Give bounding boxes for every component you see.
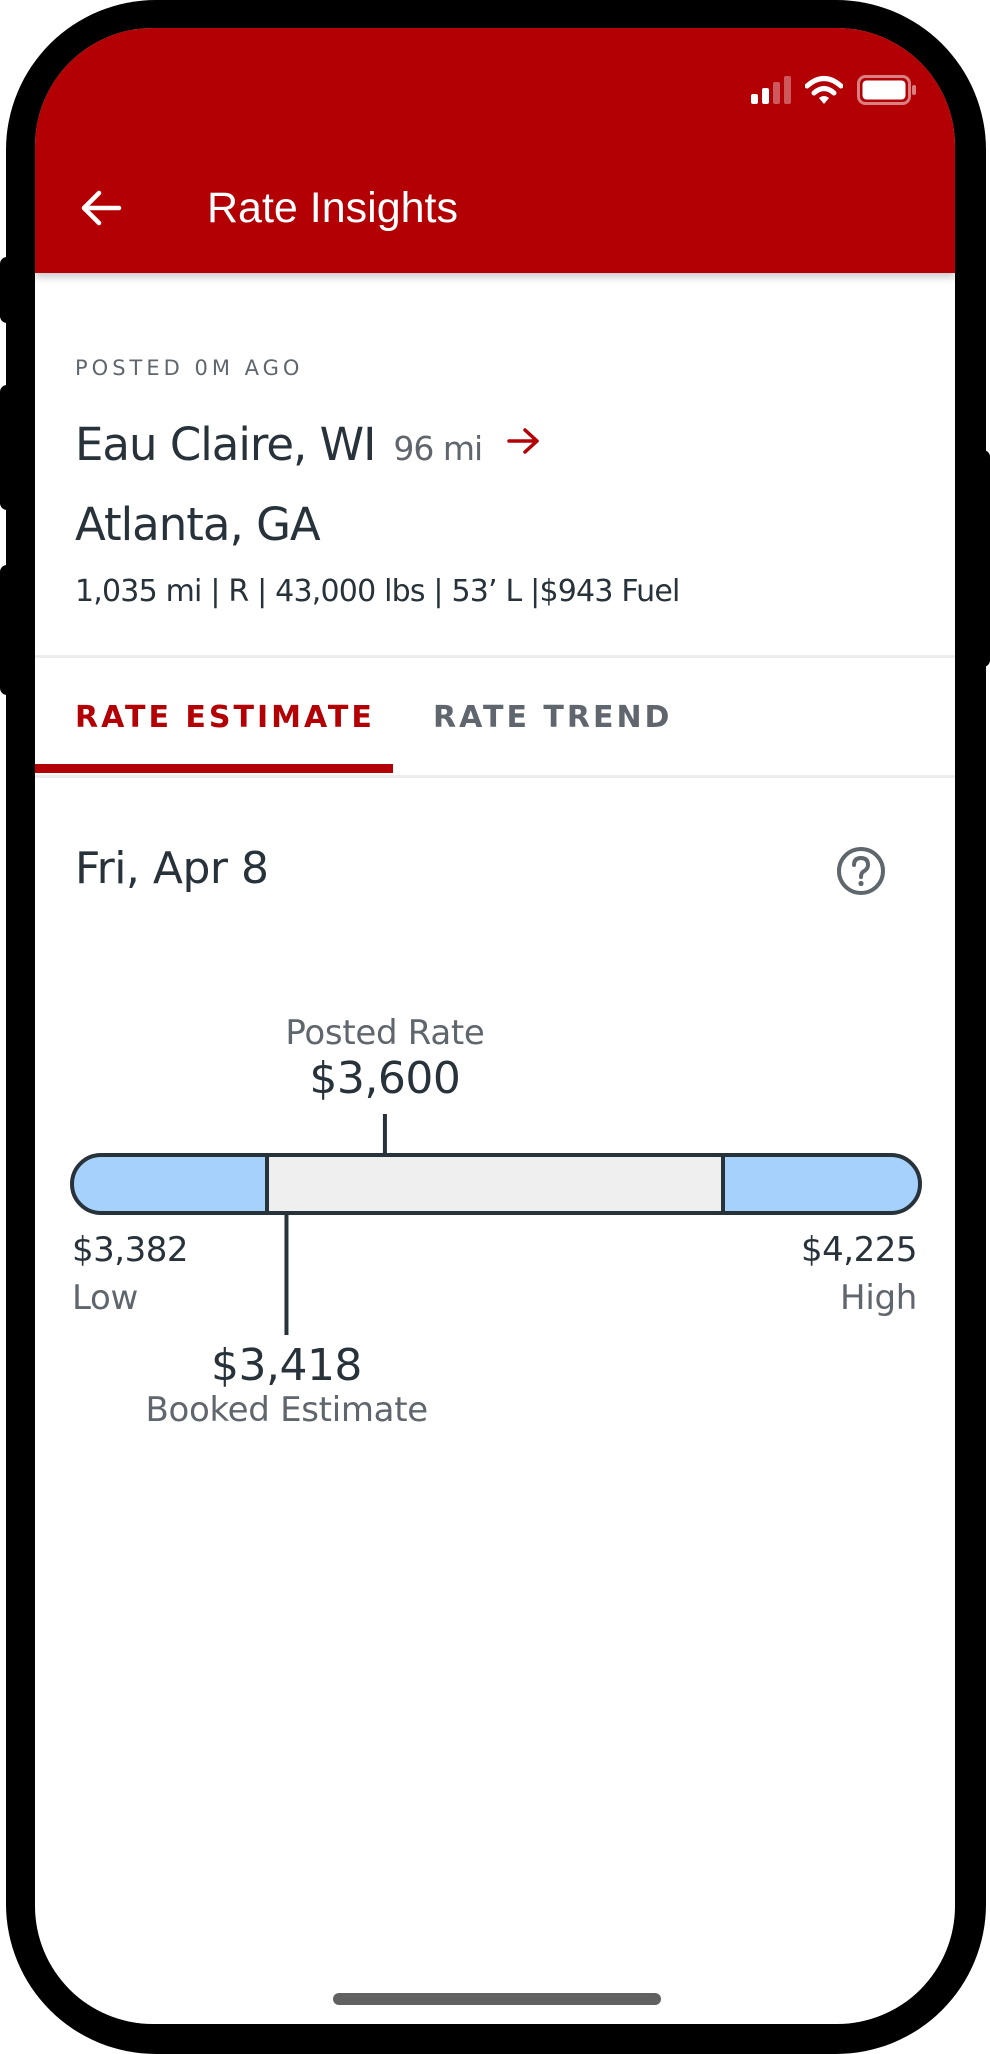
range-cap-left: [72, 1155, 267, 1213]
high-label: High: [840, 1278, 917, 1318]
booked-estimate-value: $3,418: [210, 1340, 362, 1391]
battery-icon: [857, 75, 916, 105]
home-indicator[interactable]: [333, 1993, 661, 2005]
back-button[interactable]: [75, 178, 135, 238]
app-header: Rate Insights: [35, 28, 955, 273]
posted-rate-value: $3,600: [309, 1053, 461, 1104]
range-cap-right: [723, 1155, 920, 1213]
low-value: $3,382: [72, 1230, 188, 1270]
range-low-high: [267, 1155, 723, 1213]
booked-estimate-label: Booked Estimate: [145, 1390, 428, 1430]
low-label: Low: [72, 1278, 139, 1318]
rate-range-bar: [70, 1114, 922, 1335]
rate-range-chart: Posted Rate $3,600 $3,382 Low $4,225 Hig…: [35, 28, 955, 2024]
page-title: Rate Insights: [207, 184, 458, 232]
high-value: $4,225: [801, 1230, 917, 1270]
posted-rate-label: Posted Rate: [285, 1013, 485, 1053]
volume-down-button: [0, 565, 14, 695]
wifi-icon: [805, 76, 843, 104]
silent-switch: [0, 257, 14, 323]
power-button: [976, 450, 990, 667]
app-screen: Rate Insights POSTED 0M AGO Eau Claire, …: [35, 28, 955, 2024]
cellular-signal-icon: [751, 76, 791, 104]
volume-up-button: [0, 385, 14, 510]
status-bar: [751, 75, 917, 105]
